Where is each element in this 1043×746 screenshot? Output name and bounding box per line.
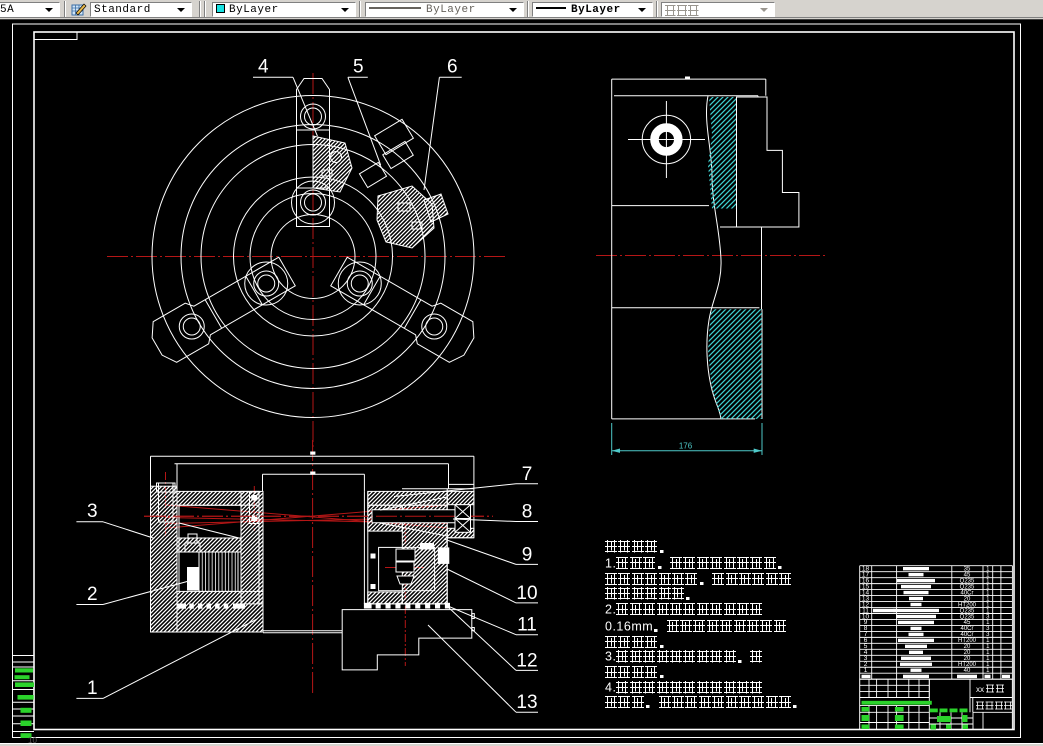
svg-text:11: 11 bbox=[517, 615, 537, 636]
svg-text:10: 10 bbox=[516, 583, 537, 604]
svg-text:5: 5 bbox=[353, 57, 364, 78]
svg-text:176: 176 bbox=[679, 442, 693, 451]
svg-text:8: 8 bbox=[522, 502, 533, 523]
svg-text:12: 12 bbox=[516, 650, 537, 671]
svg-text:13: 13 bbox=[516, 692, 537, 713]
svg-text:4: 4 bbox=[258, 57, 269, 78]
svg-text:1: 1 bbox=[87, 678, 98, 699]
svg-text:40: 40 bbox=[964, 668, 971, 674]
svg-text:2: 2 bbox=[87, 584, 98, 605]
svg-text:xx: xx bbox=[976, 685, 984, 694]
svg-text:7: 7 bbox=[522, 464, 533, 485]
svg-text:3: 3 bbox=[87, 501, 98, 522]
svg-text:1: 1 bbox=[864, 667, 868, 674]
svg-text:6: 6 bbox=[447, 57, 458, 78]
svg-text:9: 9 bbox=[522, 544, 533, 565]
